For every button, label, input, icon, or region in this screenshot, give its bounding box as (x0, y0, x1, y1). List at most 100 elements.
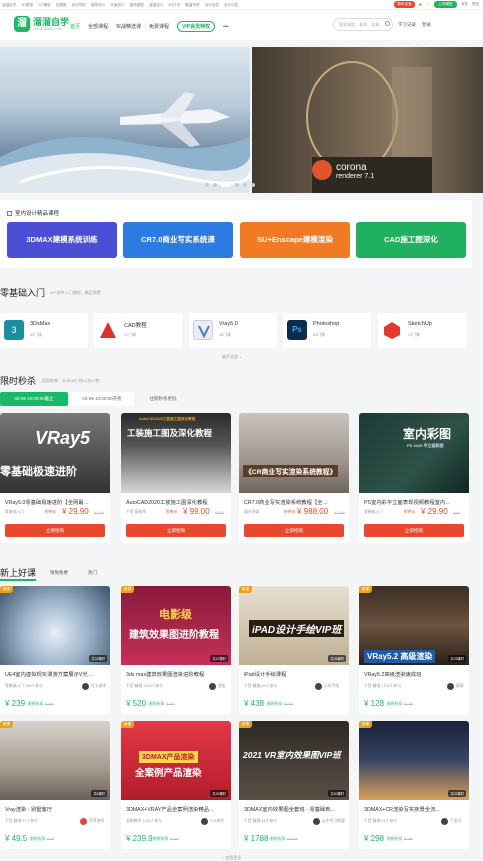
flash-card[interactable]: 室内彩图 PS 2020 平立面彩图 PS室内彩平立面表现视频教程室内… 零基础… (359, 413, 469, 543)
top-link[interactable]: 设计问答 (224, 3, 238, 8)
category-photoshop[interactable]: Ps Photoshop 83门课 (283, 313, 371, 348)
top-link[interactable]: 平面设计 (110, 3, 124, 8)
banner-slide-airplane[interactable] (0, 47, 250, 193)
vip-button[interactable]: VIP会员特权 (177, 21, 216, 32)
flash-card[interactable]: AutoCAD2020工装施工图深化教程 工装施工图及深化教程 AutoCAD2… (121, 413, 231, 543)
top-link[interactable]: 设计创意 (205, 3, 219, 8)
search-input[interactable]: 搜索课程、老师、文章 (333, 18, 393, 31)
history-link[interactable]: 学习记录 (398, 22, 416, 28)
new-course-card[interactable]: 新课 电影级 建筑效果图进阶教程 共47课时 3ds max建筑效果图渲染进阶教… (121, 586, 231, 714)
top-link[interactable]: 设计导航 (72, 3, 86, 8)
new-course-card[interactable]: 新课 共8课时 Vray渲染 - 别墅客厅 干货 精细 97人参与 萍萍老师 ¥… (0, 721, 110, 849)
carousel-dot[interactable] (205, 183, 209, 187)
new-course-card[interactable]: 新课 2021 VR室内效果图VIP班 共50课时 3DMAX室内效果图全套班 … (239, 721, 349, 849)
top-link[interactable]: 溜溜自学 (2, 3, 16, 8)
top-link[interactable]: 酷溜学院 (185, 3, 199, 8)
course-title[interactable]: 3DMAX室内效果图全套班 - 零基础到… (244, 805, 344, 813)
duration-badge: 共50课时 (328, 790, 346, 797)
author-name: 小K老师 (210, 819, 224, 823)
carousel-dot[interactable] (235, 183, 239, 187)
category-cad[interactable]: CAD教程 27门课 (94, 313, 182, 348)
upload-button[interactable]: 上传模型 (434, 1, 457, 8)
flash-card[interactable]: VRay5 零基础极速进阶 VRay5.0零基础极速进阶【全网最… 零基础入门 … (0, 413, 110, 543)
course-button[interactable]: CR7.0商业写实系统课 (123, 222, 233, 258)
new-course-card[interactable]: 新课 共32课时 3DMAX+CR渲染写实夜景全流… 干货 精细 91人参与 千… (359, 721, 469, 849)
gift-icon[interactable]: ■ (419, 2, 422, 8)
search-icon[interactable] (385, 21, 390, 26)
carousel-dot-active[interactable] (221, 183, 231, 187)
buy-button[interactable]: 立即抢购 (5, 524, 105, 537)
duration-badge: 共47课时 (210, 655, 228, 662)
thumb-title: iPAD设计手绘VIP班 (249, 620, 345, 637)
new-tag: 新课 (359, 586, 372, 593)
nav-free[interactable]: 免费课程 (149, 23, 169, 30)
course-meta: 干货 精细 1782人参与 (126, 684, 164, 688)
top-link[interactable]: CG模型 (38, 3, 51, 8)
top-link[interactable]: 建筑模型 (130, 3, 144, 8)
thumb-title: 《CR商业写实渲染系统教程》 (243, 465, 339, 477)
buy-button[interactable]: 立即抢购 (126, 524, 226, 537)
thumb-subtitle: 全案例产品渲染 (135, 768, 202, 779)
login-link[interactable]: 登录 (422, 22, 431, 28)
course-title[interactable]: 3ds max建筑效果图渲染进阶教程 (126, 670, 226, 678)
course-button[interactable]: CAD施工图深化 (356, 222, 466, 258)
course-title[interactable]: VRay5.2高级渲染速成班 (364, 670, 464, 678)
buy-button[interactable]: 立即抢购 (364, 524, 464, 537)
thumb-subtitle: PS 2020 平立面彩图 (407, 443, 444, 448)
heart-icon[interactable]: ♡ (426, 2, 430, 8)
author-name: 旺卡老师 (91, 684, 107, 688)
tab-upcoming[interactable]: 03-09 10:00:00开抢 (70, 392, 134, 406)
top-link[interactable]: 建筑设计 (91, 3, 105, 8)
tab-hot[interactable]: 热门 (88, 570, 97, 576)
top-links: 溜溜自学 3D模型 CG模型 效果图 设计导航 建筑设计 平面设计 建筑模型 溜… (0, 3, 238, 8)
course-title[interactable]: PS室内彩平立面表现视频教程室内… (364, 498, 464, 506)
nav-all-courses[interactable]: 全部课程 (88, 23, 108, 30)
category-vray[interactable]: Vray5.0 49门课 (189, 313, 277, 348)
load-more-link[interactable]: ○ 查看更多 (222, 855, 242, 861)
original-price: ¥ 1998 (287, 837, 298, 841)
course-title[interactable]: iPad设计手绘课程 (244, 670, 344, 678)
new-course-card[interactable]: 新课 3DMAX产品渲染 全案例产品渲染 共30课时 3DMAX+VRAY产品全… (121, 721, 231, 849)
course-title[interactable]: UE4室内虚拟现实漫游方案展示V光… (5, 670, 105, 678)
original-price: ¥ 299 (170, 837, 179, 841)
nav-home[interactable]: 首页 (70, 23, 80, 30)
carousel-dot[interactable] (243, 183, 247, 187)
new-course-card[interactable]: 新课 VRay5.2 高级渲染 共25课时 VRay5.2高级渲染速成班 干货 … (359, 586, 469, 714)
site-logo[interactable]: 溜 溜溜自学 ZIXUE.3D66.COM (14, 16, 69, 32)
category-name: Vray5.0 (219, 321, 238, 327)
course-title[interactable]: 3DMAX+CR渲染写实夜景全流… (364, 805, 464, 813)
course-title[interactable]: VRay5.0零基础极速进阶【全网最… (5, 498, 105, 506)
expand-all-link[interactable]: 展开全部 ⌄ (222, 354, 242, 360)
new-course-card[interactable]: 新课 共30课时 UE4室内虚拟现实漫游方案展示V光… 零基础入门 109人参与… (0, 586, 110, 714)
course-button[interactable]: SU+Enscape建模渲染 (240, 222, 350, 258)
tab-active[interactable]: 03-09 10:00:00截止 (0, 392, 68, 406)
category-3dsmax[interactable]: 3 3DsMax 89门课 (0, 313, 88, 348)
carousel-dot[interactable] (251, 183, 255, 187)
banner-slide-corona[interactable]: corona renderer 7.1 (252, 47, 483, 193)
course-title[interactable]: Vray渲染 - 别墅客厅 (5, 805, 105, 813)
tab-past[interactable]: 往期秒杀更低 (138, 392, 188, 406)
top-link[interactable]: 3D打印 (168, 3, 180, 8)
hero-banner[interactable]: corona renderer 7.1 (0, 47, 483, 193)
course-title[interactable]: AutoCAD2020工装施工图深化教程 (126, 498, 226, 506)
category-sketchup[interactable]: SketchUp 27门课 (378, 313, 466, 348)
tab-limited-free[interactable]: 限免免费 (50, 570, 68, 576)
new-tag: 新课 (121, 721, 134, 728)
top-link[interactable]: 效果图 (56, 3, 67, 8)
carousel-dot[interactable] (213, 183, 217, 187)
flash-card[interactable]: 《CR商业写实渲染系统教程》 CR7.0商业写实渲染系统教程【全… 通关答疑 秒… (239, 413, 349, 543)
course-title[interactable]: CR7.0商业写实渲染系统教程【全… (244, 498, 344, 506)
top-link[interactable]: 溜溜设计 (149, 3, 163, 8)
buy-button[interactable]: 立即抢购 (244, 524, 344, 537)
top-right-link[interactable]: 登录 (472, 2, 479, 7)
course-thumbnail: AutoCAD2020工装施工图深化教程 工装施工图及深化教程 (121, 413, 231, 493)
course-title[interactable]: 3DMAX+VRAY产品全案例渲染精品… (126, 805, 226, 813)
course-button[interactable]: 3DMAX建模系统训练 (7, 222, 117, 258)
more-icon[interactable]: ••• (223, 24, 228, 30)
promo-badge[interactable]: 新年优惠 (394, 1, 415, 8)
top-right-link[interactable]: 消息 (461, 2, 468, 7)
top-link[interactable]: 3D模型 (21, 3, 33, 8)
author-avatar (201, 818, 208, 825)
nav-practice[interactable]: 实战精选课 (116, 23, 141, 30)
new-course-card[interactable]: 新课 iPAD设计手绘VIP班 共36课时 iPad设计手绘课程 干货 精细 6… (239, 586, 349, 714)
